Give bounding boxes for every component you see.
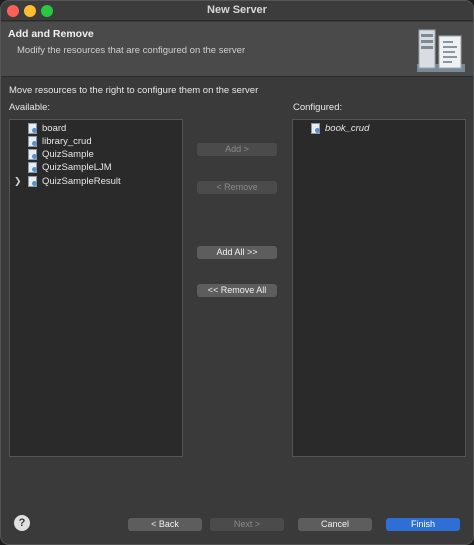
available-list[interactable]: board library_crud QuizSample QuizSample… (9, 119, 183, 457)
web-project-icon (28, 176, 37, 187)
list-item[interactable]: QuizSampleLJM (28, 161, 112, 174)
back-button[interactable]: < Back (128, 518, 202, 531)
web-project-icon (28, 123, 37, 134)
new-server-dialog: New Server Add and Remove Modify the res… (0, 0, 474, 545)
banner-description: Modify the resources that are configured… (17, 45, 246, 56)
remove-all-button[interactable]: << Remove All (197, 284, 277, 297)
list-item-label: QuizSampleResult (42, 176, 121, 187)
list-item[interactable]: QuizSampleResult (28, 175, 121, 188)
list-item-label: QuizSample (42, 149, 94, 160)
cancel-button[interactable]: Cancel (298, 518, 372, 531)
list-item-label: library_crud (42, 136, 92, 147)
title-bar: New Server (1, 1, 473, 21)
wizard-banner: Add and Remove Modify the resources that… (1, 22, 473, 77)
list-item-label: QuizSampleLJM (42, 162, 112, 173)
window-title: New Server (207, 4, 267, 16)
list-item-label: book_crud (325, 123, 370, 134)
web-project-icon (311, 123, 320, 134)
server-icon (417, 29, 465, 72)
list-item[interactable]: library_crud (28, 135, 92, 148)
configured-list[interactable]: book_crud (292, 119, 466, 457)
add-all-button[interactable]: Add All >> (197, 246, 277, 259)
web-project-icon (28, 136, 37, 147)
web-project-icon (28, 149, 37, 160)
available-label: Available: (9, 102, 51, 113)
banner-title: Add and Remove (8, 28, 94, 40)
list-item[interactable]: board (28, 122, 66, 135)
remove-button[interactable]: < Remove (197, 181, 277, 194)
configured-label: Configured: (293, 102, 343, 113)
next-button[interactable]: Next > (210, 518, 284, 531)
list-item[interactable]: book_crud (311, 122, 369, 135)
chevron-right-icon[interactable]: ❯ (14, 176, 22, 187)
help-icon[interactable]: ? (14, 515, 30, 531)
list-item[interactable]: QuizSample (28, 148, 94, 161)
web-project-icon (28, 162, 37, 173)
instruction-text: Move resources to the right to configure… (9, 85, 259, 96)
list-item-label: board (42, 123, 67, 134)
finish-button[interactable]: Finish (386, 518, 460, 531)
add-button[interactable]: Add > (197, 143, 277, 156)
